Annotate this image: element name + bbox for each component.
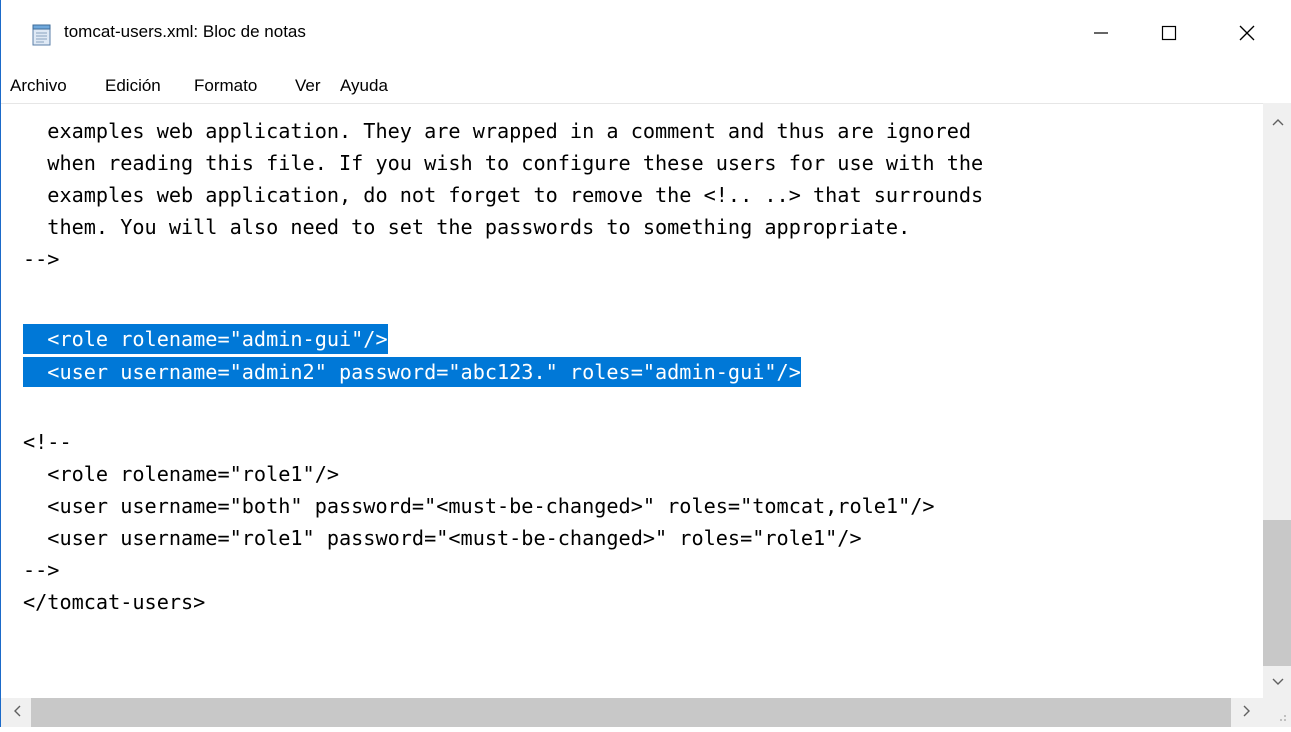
menu-ver[interactable]: Ver xyxy=(295,76,321,96)
close-icon xyxy=(1238,24,1256,47)
close-button[interactable] xyxy=(1213,0,1281,71)
menu-archivo[interactable]: Archivo xyxy=(10,76,67,96)
title-bar[interactable]: tomcat-users.xml: Bloc de notas xyxy=(1,0,1291,71)
chevron-right-icon xyxy=(1243,704,1251,722)
notepad-icon xyxy=(31,24,53,46)
text-line: --> xyxy=(23,558,60,582)
scroll-down-button[interactable] xyxy=(1263,670,1291,694)
text-line: examples web application, do not forget … xyxy=(23,183,984,207)
minimize-icon xyxy=(1093,25,1109,46)
maximize-button[interactable] xyxy=(1135,0,1203,71)
text-line: when reading this file. If you wish to c… xyxy=(23,151,984,175)
horizontal-scroll-thumb[interactable] xyxy=(31,698,1231,727)
text-line: examples web application. They are wrapp… xyxy=(23,119,972,143)
minimize-button[interactable] xyxy=(1067,0,1135,71)
selected-text-line: <user username="admin2" password="abc123… xyxy=(23,357,801,387)
text-line: them. You will also need to set the pass… xyxy=(23,215,911,239)
resize-grip[interactable] xyxy=(1263,698,1291,727)
text-line: <role rolename="role1"/> xyxy=(23,462,340,486)
menu-ayuda[interactable]: Ayuda xyxy=(340,76,388,96)
scroll-left-button[interactable] xyxy=(5,698,29,727)
chevron-down-icon xyxy=(1272,673,1284,691)
text-line: <user username="role1" password="<must-b… xyxy=(23,526,862,550)
selected-text-line: <role rolename="admin-gui"/> xyxy=(23,324,388,354)
text-line: <!-- xyxy=(23,430,72,454)
scroll-up-button[interactable] xyxy=(1263,110,1291,134)
scroll-right-button[interactable] xyxy=(1235,698,1259,727)
chevron-left-icon xyxy=(13,704,21,722)
menu-bar: Archivo Edición Formato Ver Ayuda xyxy=(1,71,1291,103)
maximize-icon xyxy=(1161,25,1177,46)
text-line: --> xyxy=(23,247,60,271)
notepad-window: tomcat-users.xml: Bloc de notas Archivo … xyxy=(0,0,1291,727)
vertical-scroll-thumb[interactable] xyxy=(1263,520,1291,666)
window-title: tomcat-users.xml: Bloc de notas xyxy=(64,22,306,41)
menu-formato[interactable]: Formato xyxy=(194,76,257,96)
text-line: <user username="both" password="<must-be… xyxy=(23,494,935,518)
text-line: </tomcat-users> xyxy=(23,590,206,614)
resize-grip-icon xyxy=(1280,715,1286,721)
text-editor[interactable]: examples web application. They are wrapp… xyxy=(1,103,1263,699)
menu-edicion[interactable]: Edición xyxy=(105,76,161,96)
chevron-up-icon xyxy=(1272,113,1284,131)
